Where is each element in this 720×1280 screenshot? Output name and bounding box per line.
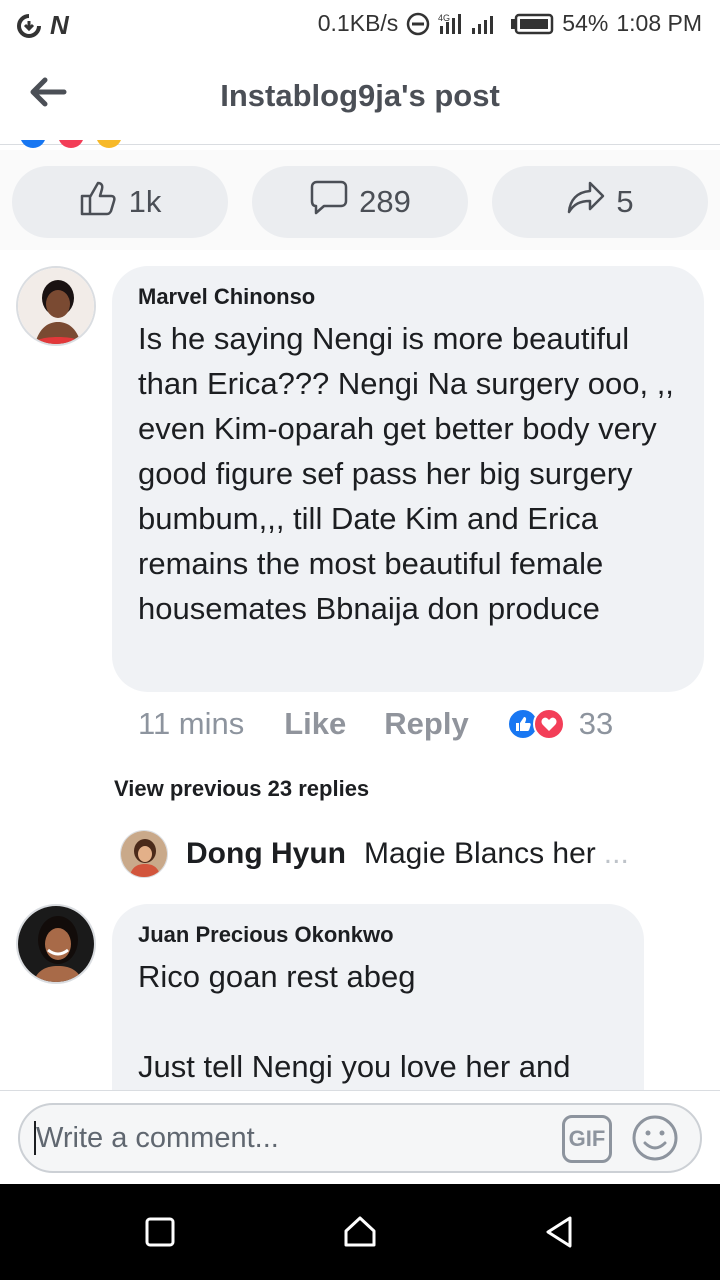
gif-button[interactable]: GIF: [562, 1115, 612, 1163]
post-actions: 1k 289 5: [0, 150, 720, 250]
smiley-icon: [630, 1115, 680, 1167]
emoji-button[interactable]: [630, 1113, 680, 1163]
status-bar: N 0.1KB/s 4G 54% 1:08 PM: [0, 0, 720, 50]
comment-text: Rico goan rest abeg Just tell Nengi you …: [138, 959, 571, 1084]
app-notification-icon: N: [50, 10, 69, 40]
back-nav-button[interactable]: [540, 1212, 580, 1252]
comment-meta: 11 mins Like Reply 33: [138, 706, 613, 742]
dnd-icon: [406, 12, 430, 36]
data-saver-icon: [16, 13, 42, 39]
post-header: Instablog9ja's post: [0, 50, 720, 145]
system-navigation-bar: [0, 1184, 720, 1280]
avatar[interactable]: [16, 904, 96, 984]
like-button[interactable]: 1k: [12, 166, 228, 238]
comment-author[interactable]: Marvel Chinonso: [138, 284, 678, 310]
home-icon: [340, 1216, 380, 1256]
comment-reply-link[interactable]: Reply: [384, 706, 468, 742]
comment-composer: Write a comment... GIF: [0, 1090, 720, 1184]
battery-level: 54%: [562, 10, 609, 36]
avatar[interactable]: [16, 266, 96, 346]
avatar: [120, 830, 168, 878]
view-previous-replies-link[interactable]: View previous 23 replies: [114, 776, 369, 802]
comment-author[interactable]: Juan Precious Okonkwo: [138, 922, 618, 948]
triangle-back-icon: [540, 1216, 580, 1256]
recent-apps-button[interactable]: [140, 1212, 180, 1252]
comment-input[interactable]: Write a comment... GIF: [18, 1103, 702, 1173]
clock: 1:08 PM: [616, 10, 702, 36]
reply-text: Magie Blancs her: [363, 837, 596, 870]
speech-bubble-icon: [309, 179, 349, 225]
comment-time: 11 mins: [138, 706, 245, 741]
share-count: 5: [616, 184, 634, 219]
comment-count: 289: [359, 184, 411, 219]
comment-bubble: Marvel Chinonso Is he saying Nengi is mo…: [112, 266, 704, 692]
comment-like-link[interactable]: Like: [284, 706, 346, 742]
battery-icon: [510, 13, 554, 35]
page-title: Instablog9ja's post: [220, 78, 500, 113]
reaction-count: 33: [578, 706, 614, 741]
share-button[interactable]: 5: [492, 166, 708, 238]
comment-button[interactable]: 289: [252, 166, 468, 238]
home-button[interactable]: [340, 1212, 380, 1252]
comment-text: Is he saying Nengi is more beautiful tha…: [138, 321, 683, 626]
network-speed: 0.1KB/s: [317, 10, 399, 36]
comment-placeholder: Write a comment...: [34, 1121, 279, 1155]
reply-ellipsis: ...: [603, 837, 629, 870]
thumbs-up-icon: [79, 179, 119, 225]
signal-icon: 4G: [438, 12, 502, 36]
square-icon: [140, 1217, 180, 1256]
reaction-summary-peek: [20, 140, 130, 150]
svg-text:4G: 4G: [438, 13, 450, 23]
comment-bubble: Juan Precious Okonkwo Rico goan rest abe…: [112, 904, 644, 1104]
love-reaction-icon: [532, 708, 565, 740]
reply-author: Dong Hyun: [186, 837, 346, 870]
comment-reactions[interactable]: [506, 708, 565, 740]
like-count: 1k: [128, 184, 162, 219]
share-arrow-icon: [566, 179, 606, 225]
reply-preview[interactable]: Dong Hyun Magie Blancs her ...: [120, 830, 680, 878]
